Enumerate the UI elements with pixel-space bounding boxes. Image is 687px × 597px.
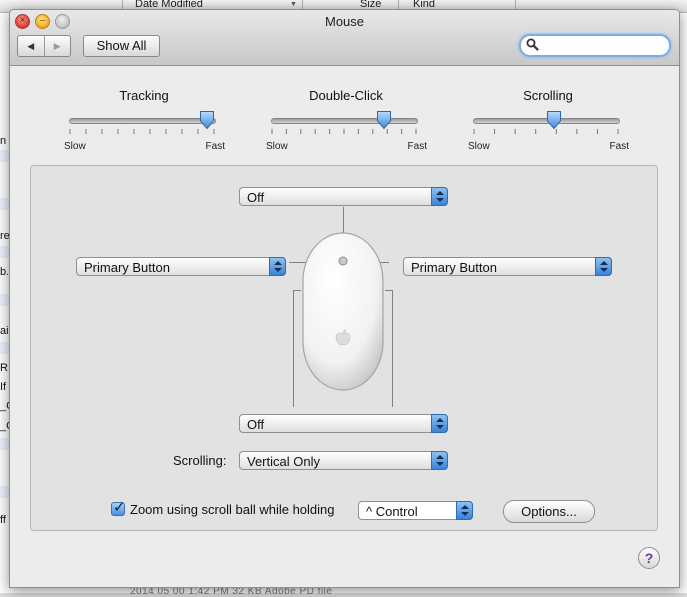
scrolling-popup[interactable]: Vertical Only xyxy=(239,451,448,470)
scroll-ball xyxy=(338,256,348,266)
scrolling-slider[interactable]: Scrolling Slow Fast xyxy=(468,88,629,158)
slider-max-label: Fast xyxy=(609,141,629,152)
slider-min-label: Slow xyxy=(266,141,288,152)
connector-line xyxy=(293,290,294,407)
popup-arrows-icon xyxy=(431,414,448,433)
popup-value: Vertical Only xyxy=(247,454,320,469)
popup-value: Primary Button xyxy=(84,260,170,275)
options-button[interactable]: Options... xyxy=(503,500,595,523)
popup-value: ^ Control xyxy=(366,504,418,519)
connector-line xyxy=(392,290,393,407)
list-item: If xyxy=(0,381,7,393)
mouse-preferences-window: × – Mouse ◀ ▶ Show All Tracking Slow Fas… xyxy=(9,9,680,588)
slider-knob[interactable] xyxy=(546,110,562,130)
zoom-checkbox[interactable]: ✓ xyxy=(111,499,126,516)
list-item: b. xyxy=(0,266,10,278)
help-button[interactable]: ? xyxy=(638,547,660,569)
popup-arrows-icon xyxy=(269,257,286,276)
popup-arrows-icon xyxy=(431,451,448,470)
bottom-button-popup[interactable]: Off xyxy=(239,414,448,433)
forward-arrow-icon: ▶ xyxy=(53,40,61,51)
show-all-button[interactable]: Show All xyxy=(83,35,160,57)
slider-max-label: Fast xyxy=(205,141,225,152)
double-click-slider[interactable]: Double-Click Slow Fast xyxy=(266,88,427,158)
popup-value: Off xyxy=(247,417,265,432)
search-input[interactable] xyxy=(541,36,665,55)
slider-track xyxy=(69,118,216,124)
mighty-mouse-illustration xyxy=(302,232,384,391)
list-item: n xyxy=(0,135,7,147)
popup-arrows-icon xyxy=(431,187,448,206)
back-button[interactable]: ◀ xyxy=(18,36,44,56)
back-arrow-icon: ◀ xyxy=(27,40,35,51)
forward-button[interactable]: ▶ xyxy=(43,36,71,56)
slider-title: Scrolling xyxy=(523,88,573,103)
top-button-popup[interactable]: Off xyxy=(239,187,448,206)
slider-min-label: Slow xyxy=(468,141,490,152)
list-item: R xyxy=(0,362,8,374)
popup-value: Primary Button xyxy=(411,260,497,275)
slider-track xyxy=(271,118,418,124)
checkmark-icon: ✓ xyxy=(113,499,126,516)
slider-title: Double-Click xyxy=(309,88,383,103)
button-configuration-group: Off Primary Button Primary Button Off Sc… xyxy=(30,165,658,531)
window-title: Mouse xyxy=(324,14,365,29)
window-toolbar: × – Mouse ◀ ▶ Show All xyxy=(10,10,679,66)
zoom-modifier-popup[interactable]: ^ Control xyxy=(358,501,473,520)
navigation-buttons: ◀ ▶ xyxy=(17,35,71,57)
slider-ticks xyxy=(271,129,417,134)
slider-knob[interactable] xyxy=(199,110,215,130)
popup-arrows-icon xyxy=(595,257,612,276)
slider-title: Tracking xyxy=(119,88,169,103)
list-item: ai xyxy=(0,325,9,337)
slider-max-label: Fast xyxy=(407,141,427,152)
popup-arrows-icon xyxy=(456,501,473,520)
popup-value: Off xyxy=(247,190,265,205)
slider-ticks xyxy=(69,129,215,134)
sort-arrow-icon: ▼ xyxy=(290,1,297,8)
scrolling-label: Scrolling: xyxy=(173,453,227,468)
tracking-slider[interactable]: Tracking Slow Fast xyxy=(64,88,225,158)
slider-min-label: Slow xyxy=(64,141,86,152)
list-item: ff xyxy=(0,514,6,526)
search-icon xyxy=(526,38,539,51)
zoom-label: Zoom using scroll ball while holding xyxy=(130,502,335,517)
right-button-popup[interactable]: Primary Button xyxy=(403,257,612,276)
search-field[interactable] xyxy=(519,34,671,57)
slider-knob[interactable] xyxy=(376,110,392,130)
left-button-popup[interactable]: Primary Button xyxy=(76,257,286,276)
